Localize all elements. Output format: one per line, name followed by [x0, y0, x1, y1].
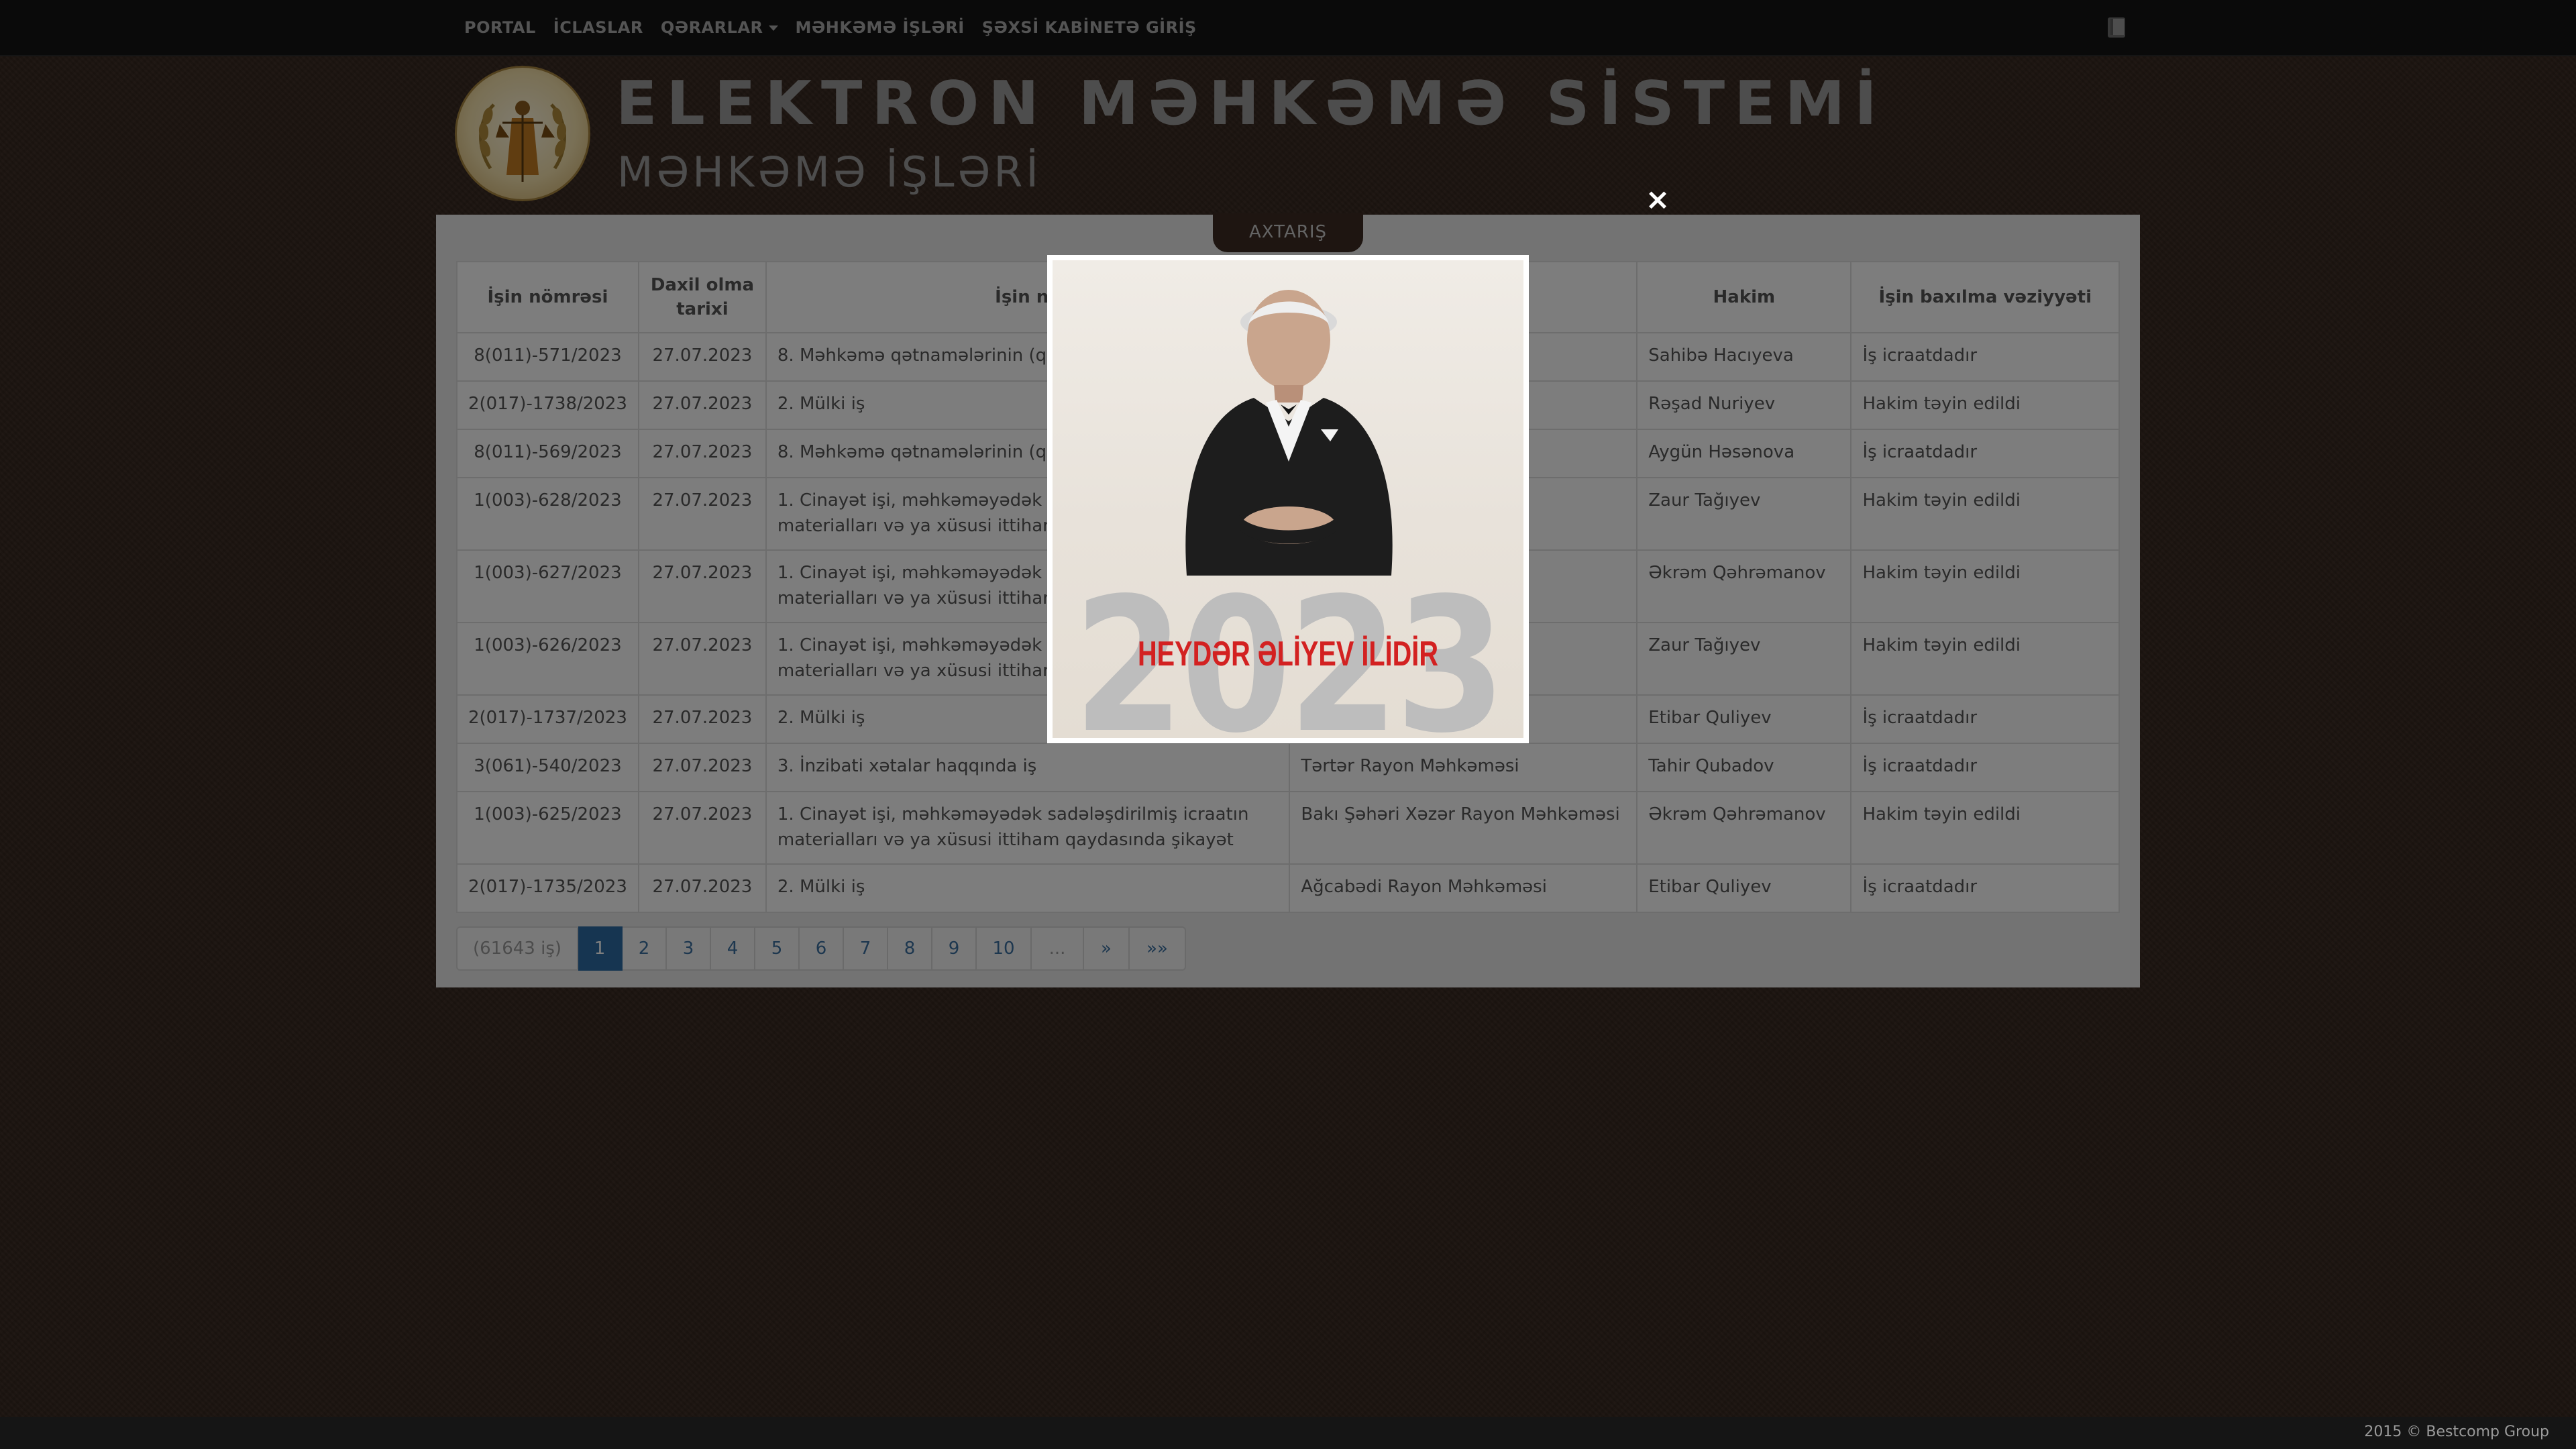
- heydar-aliyev-year-poster: 2023 HEYDƏR ƏLİYEV İLİDİR: [1053, 260, 1523, 738]
- poster-banner: HEYDƏR ƏLİYEV İLİDİR: [1138, 635, 1438, 674]
- close-icon[interactable]: ×: [1644, 185, 1671, 215]
- copyright-text: 2015 © Bestcomp Group: [2364, 1424, 2549, 1440]
- poster-graphic: 2023 HEYDƏR ƏLİYEV İLİDİR: [1073, 290, 1507, 738]
- announcement-modal: 2023 HEYDƏR ƏLİYEV İLİDİR: [1047, 255, 1529, 743]
- footer: 2015 © Bestcomp Group: [0, 1417, 2576, 1449]
